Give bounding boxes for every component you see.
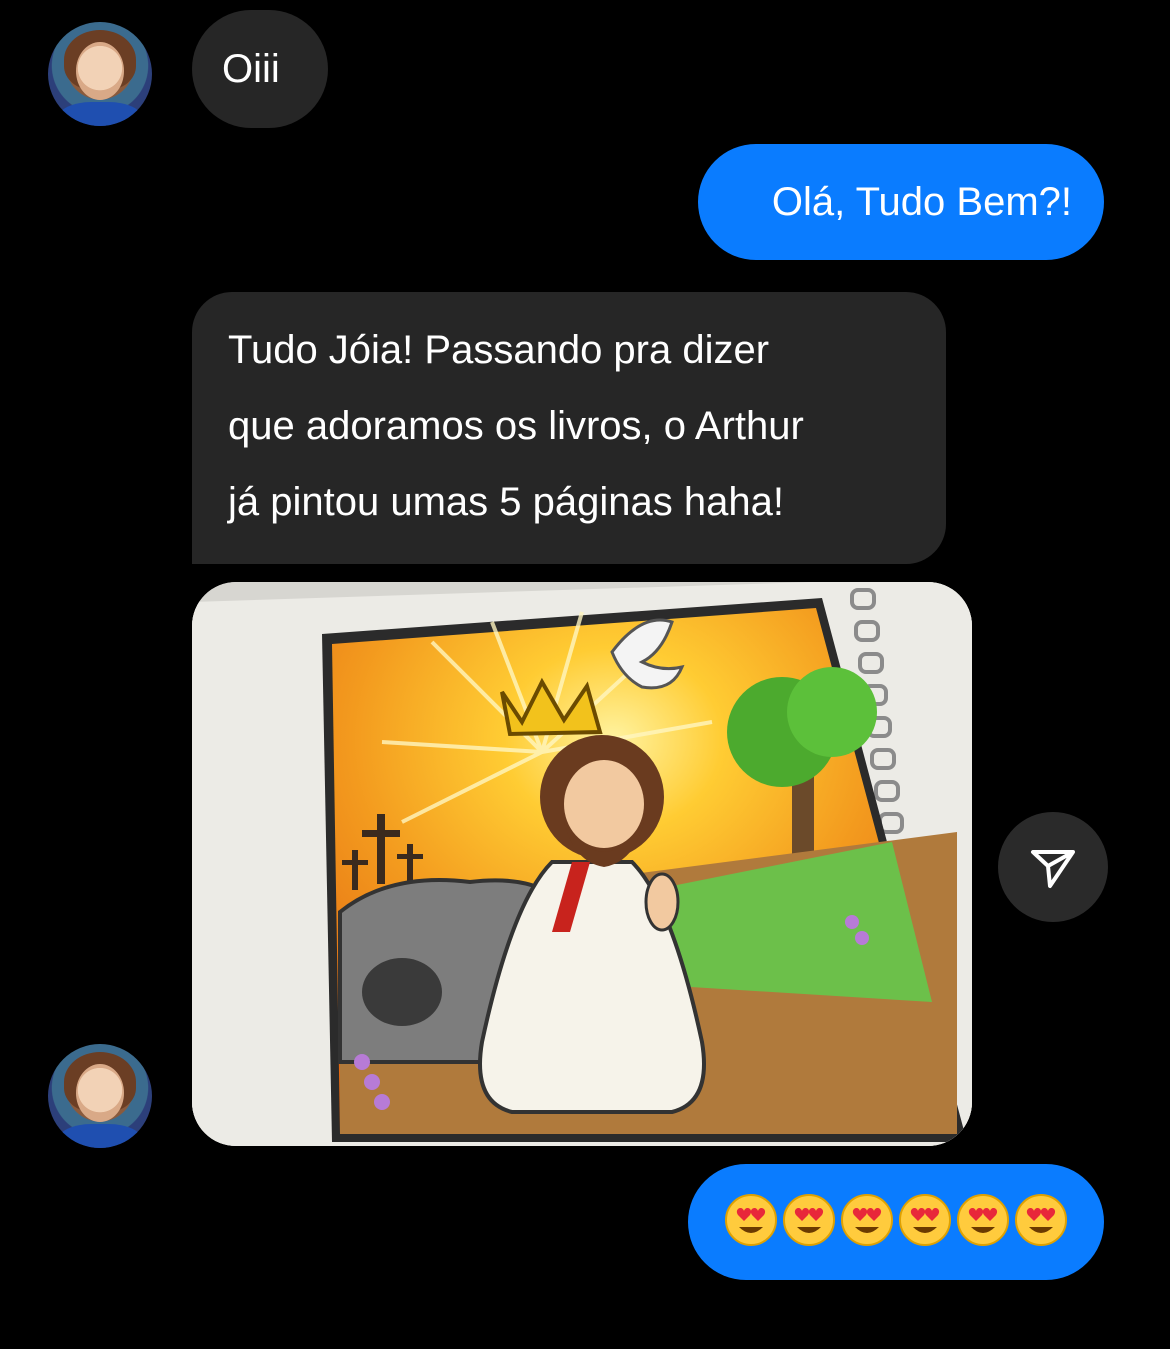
avatar-face <box>76 1064 124 1122</box>
message-line: Tudo Jóia! Passando pra dizer <box>228 328 770 372</box>
contact-avatar[interactable] <box>48 22 152 126</box>
message-line: já pintou umas 5 páginas haha! <box>228 480 784 524</box>
incoming-message[interactable]: Oiii <box>192 10 328 128</box>
message-line: que adoramos os livros, o Arthur <box>228 404 804 448</box>
heart-eyes-emoji <box>956 1193 1010 1252</box>
heart-eyes-emoji <box>724 1193 778 1252</box>
heart-eyes-emoji <box>1014 1193 1068 1252</box>
avatar-shirt <box>58 1124 142 1148</box>
heart-eyes-emoji <box>782 1193 836 1252</box>
share-button[interactable] <box>998 812 1108 922</box>
outgoing-message[interactable]: Olá, Tudo Bem?! <box>698 144 1104 260</box>
colored-page-photo <box>192 582 972 1146</box>
incoming-message[interactable]: Tudo Jóia! Passando pra dizer que adoram… <box>192 292 946 564</box>
heart-eyes-emoji <box>840 1193 894 1252</box>
avatar-shirt <box>58 102 142 126</box>
send-icon <box>1031 850 1075 888</box>
image-message[interactable] <box>192 582 972 1146</box>
outgoing-emoji-message[interactable] <box>688 1164 1104 1280</box>
avatar-face <box>76 42 124 100</box>
heart-eyes-emoji <box>898 1193 952 1252</box>
contact-avatar[interactable] <box>48 1044 152 1148</box>
